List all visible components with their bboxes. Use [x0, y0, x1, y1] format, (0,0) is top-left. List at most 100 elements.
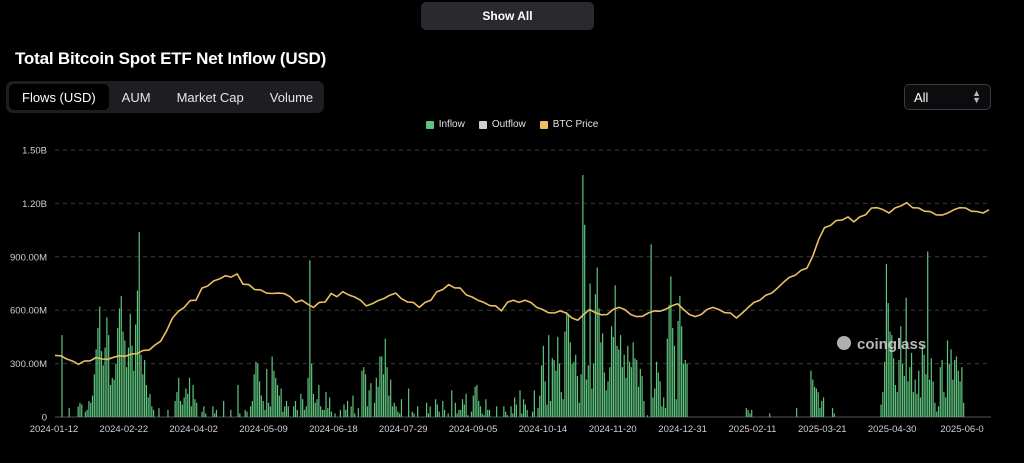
inflow-bar	[253, 374, 255, 417]
x-tick-label: 2025-02-11	[729, 424, 777, 435]
inflow-bar	[907, 381, 909, 417]
inflow-bar	[575, 354, 577, 417]
inflow-bar	[887, 303, 889, 417]
inflow-bar	[505, 411, 507, 417]
inflow-bar	[616, 345, 618, 417]
inflow-bar	[61, 335, 63, 417]
inflow-bar	[201, 411, 203, 417]
inflow-bar	[325, 392, 327, 417]
x-tick-label: 2024-07-29	[379, 424, 428, 435]
inflow-bar	[413, 413, 415, 417]
inflow-bar	[560, 392, 562, 417]
inflow-bar	[373, 402, 376, 417]
inflow-bar	[654, 388, 656, 417]
inflow-bar	[628, 361, 631, 417]
inflow-bar	[677, 320, 679, 417]
inflow-bar	[111, 377, 113, 417]
inflow-bar	[472, 395, 474, 417]
inflow-bar	[521, 413, 523, 417]
inflow-bar	[285, 400, 288, 417]
inflow-bar	[118, 308, 121, 417]
inflow-bar	[86, 409, 88, 417]
inflow-bar	[650, 244, 652, 417]
inflow-bar	[447, 413, 449, 417]
inflow-bar	[670, 276, 672, 417]
inflow-bar	[167, 409, 169, 417]
inflow-bar	[104, 347, 106, 417]
inflow-bar	[185, 388, 187, 417]
inflow-bar	[673, 345, 676, 417]
inflow-bar	[393, 402, 395, 417]
inflow-bar	[145, 384, 148, 417]
inflow-bar	[203, 406, 205, 417]
flows-chart[interactable]: 0 300.00M 600.00M 900.00M 1.20B 1.50B 2024-01-…	[0, 0, 1024, 463]
inflow-bar	[961, 367, 963, 417]
inflow-bar	[664, 408, 667, 417]
inflow-bar	[523, 399, 525, 417]
inflow-bar	[539, 395, 541, 417]
inflow-bar	[316, 399, 318, 417]
inflow-bar	[117, 328, 119, 417]
inflow-bar	[943, 392, 945, 417]
inflow-bar	[607, 381, 609, 417]
inflow-bar	[558, 363, 561, 417]
inflow-bar	[194, 399, 196, 417]
inflow-bar	[510, 406, 512, 417]
x-tick-label: 2024-12-31	[658, 424, 707, 435]
inflow-bar	[329, 397, 331, 417]
inflow-bar	[354, 413, 356, 417]
inflow-bar	[621, 367, 623, 417]
inflow-bar	[461, 399, 464, 417]
inflow-bar	[302, 399, 304, 417]
inflow-bar	[106, 317, 108, 417]
inflow-bar	[192, 384, 194, 417]
y-tick-label: 1.50B	[22, 146, 47, 157]
inflow-bar	[307, 377, 309, 417]
inflow-bar	[388, 395, 390, 417]
inflow-bar	[643, 400, 645, 417]
x-tick-label: 2024-05-09	[239, 424, 288, 435]
inflow-bar	[246, 411, 248, 417]
inflow-bar	[910, 352, 913, 417]
inflow-bar	[102, 365, 104, 417]
inflow-bar	[187, 393, 189, 417]
inflow-bar	[382, 374, 385, 417]
inflow-bar	[587, 365, 589, 417]
inflow-bar	[368, 390, 370, 417]
inflow-bar	[366, 406, 368, 417]
inflow-bar	[109, 384, 112, 417]
inflow-bar	[330, 411, 333, 417]
y-tick-label: 300.00M	[10, 359, 47, 370]
inflow-bar	[205, 413, 207, 417]
inflow-bar	[278, 395, 280, 417]
inflow-bar	[397, 411, 399, 417]
inflow-bar	[68, 408, 70, 417]
inflow-bar	[939, 367, 941, 417]
y-tick-label: 0	[42, 413, 47, 424]
inflow-bar	[524, 404, 526, 417]
inflow-bar	[540, 365, 543, 417]
inflow-bar	[267, 402, 270, 417]
inflow-bar	[659, 381, 661, 417]
inflow-bar	[183, 397, 185, 417]
inflow-bar	[506, 415, 509, 417]
inflow-bar	[305, 406, 307, 417]
inflow-bar	[796, 408, 798, 417]
inflow-bar	[124, 340, 126, 417]
inflow-bar	[271, 356, 273, 417]
inflow-bar	[618, 349, 620, 417]
inflow-bar	[954, 360, 956, 417]
x-tick-label: 2025-04-30	[868, 424, 917, 435]
inflow-bar	[903, 376, 905, 417]
inflow-bar	[612, 336, 615, 417]
inflow-bar	[427, 413, 429, 417]
inflow-bar	[679, 295, 681, 417]
inflow-bar	[115, 363, 117, 417]
x-tick-label: 2024-11-20	[589, 424, 637, 435]
inflow-bar	[244, 409, 246, 417]
inflow-bar	[655, 361, 658, 417]
inflow-bar	[339, 409, 341, 417]
inflow-bar	[149, 393, 151, 417]
inflow-bar	[831, 408, 834, 417]
inflow-bar	[99, 306, 101, 417]
